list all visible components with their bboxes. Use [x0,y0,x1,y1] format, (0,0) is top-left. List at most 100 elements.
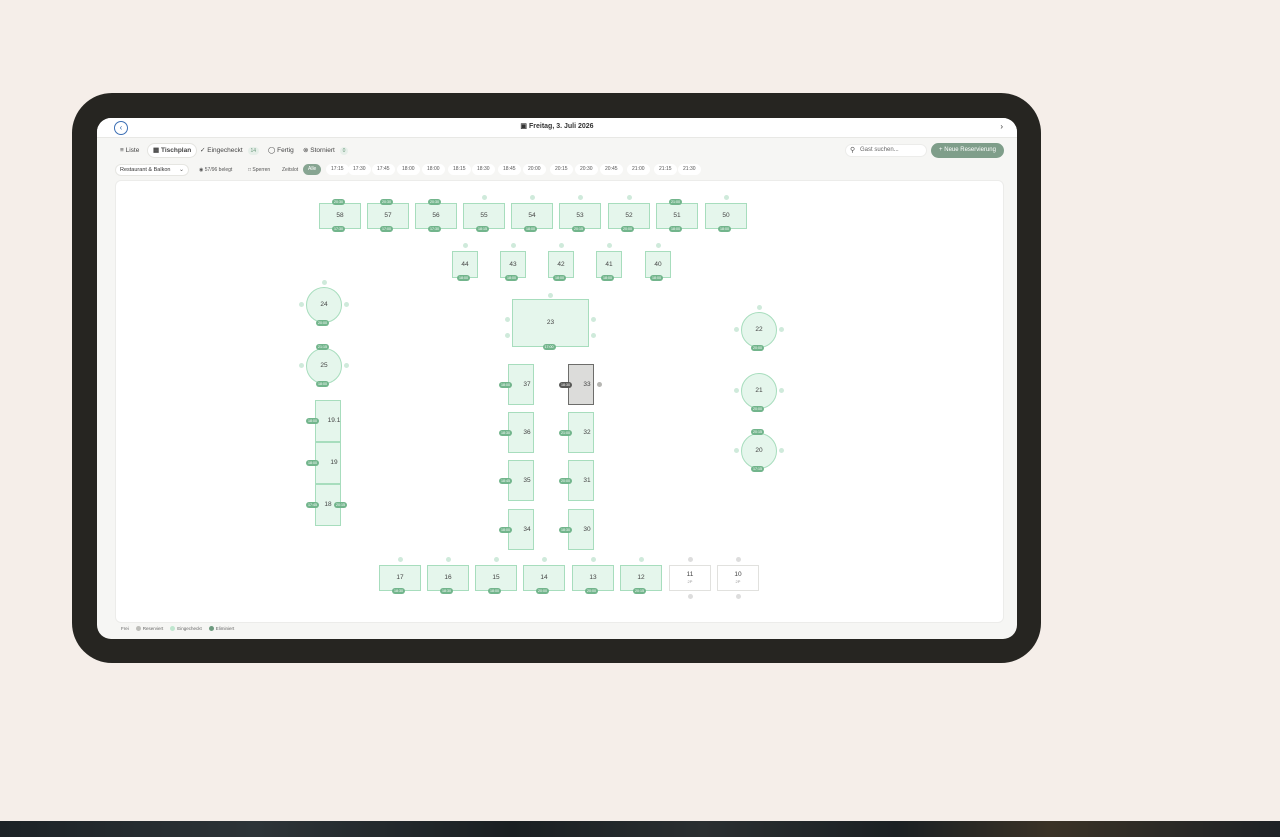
reservation-time-pill[interactable]: 18:30 [440,588,453,594]
time-slot-5[interactable]: 18:00 [422,164,445,175]
reservation-time-pill[interactable]: 18:00 [457,275,470,281]
reservation-time-pill[interactable]: 20:15 [633,588,646,594]
reservation-time-pill[interactable]: 20:15 [572,226,585,232]
tab-fertig[interactable]: ◯ Fertig [263,144,299,157]
reservation-time-pill[interactable]: 21:15 [316,344,329,350]
background-photo-strip [0,821,1280,837]
list-icon: ≡ [120,147,124,154]
reservation-time-pill[interactable]: 18:30 [499,429,512,436]
table-10[interactable]: 10 2P [717,565,759,591]
reservation-time-pill[interactable]: 18:30 [559,381,572,388]
time-slot-14[interactable]: 21:15 [654,164,677,175]
new-reservation-button[interactable]: + Neue Reservierung [931,143,1004,158]
reservation-time-pill[interactable]: 20:30 [380,199,393,205]
block-button[interactable]: □ Sperren [248,165,270,175]
tab-liste[interactable]: ≡ Liste [115,144,144,157]
time-slot-11[interactable]: 20:30 [575,164,598,175]
reservation-time-pill[interactable]: 18:00 [499,381,512,388]
reservation-time-pill[interactable]: 18:00 [306,418,319,424]
reservation-time-pill[interactable]: 18:00 [505,275,518,281]
time-slot-10[interactable]: 20:15 [550,164,573,175]
time-slot-1[interactable]: 17:15 [326,164,349,175]
table-44[interactable]: 44 [452,251,478,278]
table-label: 14 [540,574,548,582]
table-23[interactable]: 23 [512,299,589,347]
reservation-time-pill[interactable]: 18:00 [488,588,501,594]
reservation-time-pill[interactable]: 17:00 [542,344,556,350]
table-11[interactable]: 11 2P [669,565,711,591]
reservation-time-pill[interactable]: 21:00 [559,429,572,436]
reservation-time-pill[interactable]: 18:00 [601,275,614,281]
reservation-time-pill[interactable]: 20:00 [536,588,549,594]
reservation-time-pill[interactable]: 18:45 [499,477,512,484]
chair [779,388,784,393]
reservation-time-pill[interactable]: 20:00 [751,345,764,351]
reservation-time-pill[interactable]: 18:00 [669,226,682,232]
reservation-time-pill[interactable]: 20:30 [332,199,345,205]
table-label: 16 [444,574,452,582]
reservation-time-pill[interactable]: 20:00 [585,588,598,594]
tab-tischplan[interactable]: ▦ Tischplan [148,144,197,157]
time-slot-7[interactable]: 18:30 [472,164,495,175]
time-slot-13[interactable]: 21:00 [627,164,650,175]
tab-storniert[interactable]: ⊗ Storniert 0 [298,144,353,157]
reservation-time-pill[interactable]: 18:00 [524,226,537,232]
chevron-right-icon: › [1000,122,1003,131]
table-43[interactable]: 43 [500,251,526,278]
reservation-time-pill[interactable]: 20:30 [428,199,441,205]
guest-search-input[interactable]: ⚲ Gast suchen... [845,144,927,157]
chair [591,557,596,562]
time-slot-4[interactable]: 18:00 [397,164,420,175]
reservation-time-pill[interactable]: 20:00 [751,406,764,412]
time-slot-0[interactable]: Alle [303,164,322,175]
table-20[interactable]: 20 [741,433,777,469]
date-display[interactable]: ▣ Freitag, 3. Juli 2026 [97,122,1017,130]
reservation-time-pill[interactable]: 18:00 [650,275,663,281]
table-24[interactable]: 24 [306,287,342,323]
time-slot-6[interactable]: 18:15 [448,164,471,175]
reservation-time-pill[interactable]: 17:00 [380,226,393,232]
table-41[interactable]: 41 [596,251,622,278]
time-slot-9[interactable]: 20:00 [523,164,546,175]
table-label: 22 [755,326,763,334]
chair [494,557,499,562]
reservation-time-pill[interactable]: 20:00 [316,320,329,326]
time-slot-8[interactable]: 18:45 [498,164,521,175]
reservation-time-pill[interactable]: 17:30 [428,226,441,232]
reservation-time-pill[interactable]: 20:00 [559,477,572,484]
reservation-time-pill[interactable]: 18:30 [559,526,572,533]
reservation-time-pill[interactable]: 18:00 [553,275,566,281]
table-label: 56 [432,212,440,220]
table-42[interactable]: 42 [548,251,574,278]
table-22[interactable]: 22 [741,312,777,348]
table-25[interactable]: 25 [306,348,342,384]
time-slot-15[interactable]: 21:30 [678,164,701,175]
reservation-time-pill[interactable]: 18:00 [306,460,319,466]
reservation-time-pill[interactable]: 17:15 [751,466,764,472]
reservation-time-pill[interactable]: 17:30 [332,226,345,232]
reservation-time-pill[interactable]: 20:15 [751,429,764,435]
table-40[interactable]: 40 [645,251,671,278]
reservation-time-pill[interactable]: 18:00 [718,226,731,232]
time-slot-2[interactable]: 17:30 [348,164,371,175]
chair [542,557,547,562]
legend-item: Reserviert [135,626,163,631]
reservation-time-pill[interactable]: 21:00 [669,199,682,205]
chair [639,557,644,562]
reservation-time-pill[interactable]: 18:00 [316,381,329,387]
reservation-time-pill[interactable]: 17:45 [306,502,319,508]
chair [607,243,612,248]
table-label: 41 [605,260,613,268]
area-select[interactable]: Restaurant & Balkon ⌄ [115,164,189,176]
reservation-time-pill[interactable]: 18:00 [499,526,512,533]
chair [736,557,741,562]
reservation-time-pill[interactable]: 20:00 [621,226,634,232]
time-slot-12[interactable]: 20:45 [600,164,623,175]
reservation-time-pill[interactable]: 18:15 [476,226,489,232]
forward-button[interactable]: › [1000,122,1003,131]
reservation-time-pill[interactable]: 18:30 [392,588,405,594]
tab-eingecheckt[interactable]: ✓ Eingecheckt 14 [195,144,264,157]
time-slot-3[interactable]: 17:45 [372,164,395,175]
reservation-time-pill[interactable]: 20:15 [334,502,347,508]
table-21[interactable]: 21 [741,373,777,409]
